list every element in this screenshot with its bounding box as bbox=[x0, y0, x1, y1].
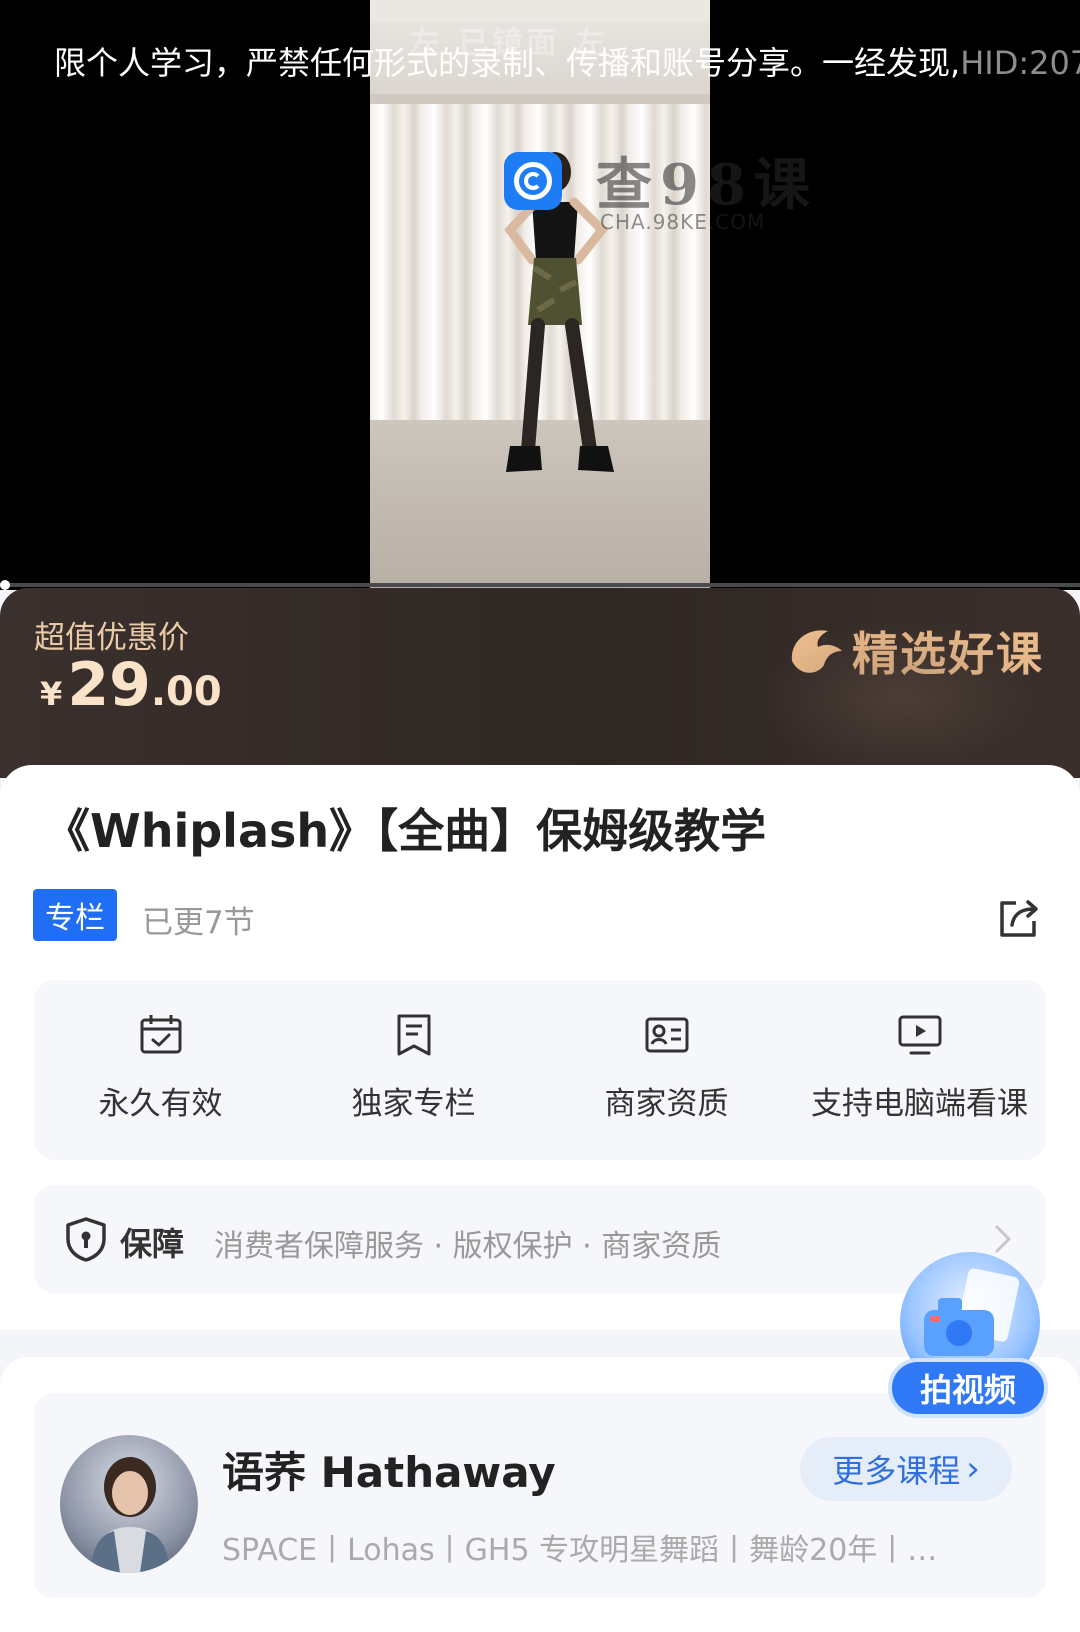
featured-course-badge: 精选好课 bbox=[784, 618, 1044, 684]
copyright-marquee: 限个人学习，严禁任何形式的录制、传播和账号分享。一经发现,HID:2078 bbox=[54, 38, 1080, 84]
price-currency: ¥ bbox=[40, 675, 63, 713]
bird-logo-icon bbox=[791, 630, 842, 673]
marquee-hid: HID:2078 bbox=[960, 44, 1080, 82]
teacher-card[interactable]: 语荞 Hathaway 更多课程 › SPACE丨Lohas丨GH5 专攻明星舞… bbox=[34, 1393, 1046, 1598]
feature-label: 商家资质 bbox=[604, 1086, 729, 1122]
shoot-video-button[interactable]: 拍视频 bbox=[884, 1252, 1054, 1422]
shield-icon bbox=[66, 1217, 106, 1262]
course-title: 《Whiplash》【全曲】保姆级教学 bbox=[44, 804, 767, 858]
more-courses-button[interactable]: 更多课程 › bbox=[800, 1437, 1012, 1501]
guarantee-title: 保障 bbox=[120, 1225, 185, 1263]
shoot-video-label: 拍视频 bbox=[888, 1358, 1048, 1418]
teacher-name: 语荞 Hathaway bbox=[222, 1448, 556, 1497]
bookmark-icon bbox=[397, 1014, 430, 1056]
feature-label: 永久有效 bbox=[98, 1086, 223, 1122]
id-card-icon bbox=[645, 1017, 688, 1053]
avatar-portrait bbox=[90, 1457, 170, 1573]
teacher-description: SPACE丨Lohas丨GH5 专攻明星舞蹈丨舞龄20年丨… bbox=[222, 1533, 938, 1568]
feature-item-permanent: 永久有效 bbox=[34, 980, 287, 1160]
watermark-subtext: CHA.98KE.COM bbox=[600, 210, 766, 234]
marquee-text: 限个人学习，严禁任何形式的录制、传播和账号分享。一经发现, bbox=[54, 44, 961, 82]
video-player[interactable]: 左 已镜面 左 查98课 CHA.98KE.COM 限个人学习，严禁任何形式的录… bbox=[0, 0, 1080, 590]
chevron-right-icon bbox=[995, 1225, 1011, 1253]
video-progress-bar[interactable] bbox=[0, 583, 1080, 587]
avatar[interactable] bbox=[60, 1435, 198, 1573]
column-tag: 专栏 bbox=[33, 889, 117, 941]
update-count: 已更7节 bbox=[142, 905, 255, 941]
feature-item-qualification: 商家资质 bbox=[540, 980, 793, 1160]
featured-course-label: 精选好课 bbox=[852, 627, 1044, 681]
watermark-text: 查98课 bbox=[596, 152, 818, 218]
guarantee-items: 消费者保障服务 · 版权保护 · 商家资质 bbox=[214, 1229, 722, 1264]
video-progress-handle[interactable] bbox=[0, 580, 10, 590]
price-integer: 29 bbox=[67, 650, 151, 720]
share-icon[interactable] bbox=[994, 893, 1044, 943]
chevron-right-icon: › bbox=[966, 1449, 980, 1489]
feature-list: 永久有效 独家专栏 商家资质 支持电脑端看课 bbox=[34, 980, 1046, 1160]
more-courses-label: 更多课程 bbox=[832, 1452, 961, 1490]
watermark-logo-icon bbox=[504, 152, 562, 210]
course-info-card: 《Whiplash》【全曲】保姆级教学 专栏 已更7节 永久有效 独家专栏 商家… bbox=[0, 765, 1080, 1330]
price-decimal: .00 bbox=[150, 669, 222, 715]
feature-label: 独家专栏 bbox=[351, 1086, 476, 1122]
monitor-play-icon bbox=[898, 1015, 941, 1055]
feature-item-pc-support: 支持电脑端看课 bbox=[793, 980, 1046, 1160]
calendar-check-icon bbox=[140, 1015, 181, 1054]
video-frame: 左 已镜面 左 bbox=[370, 0, 710, 590]
price-banner: 超值优惠价 ¥ 29.00 精选好课 bbox=[0, 588, 1080, 778]
price-value: ¥ 29.00 bbox=[40, 650, 222, 720]
feature-label: 支持电脑端看课 bbox=[811, 1086, 1028, 1122]
feature-item-exclusive: 独家专栏 bbox=[287, 980, 540, 1160]
